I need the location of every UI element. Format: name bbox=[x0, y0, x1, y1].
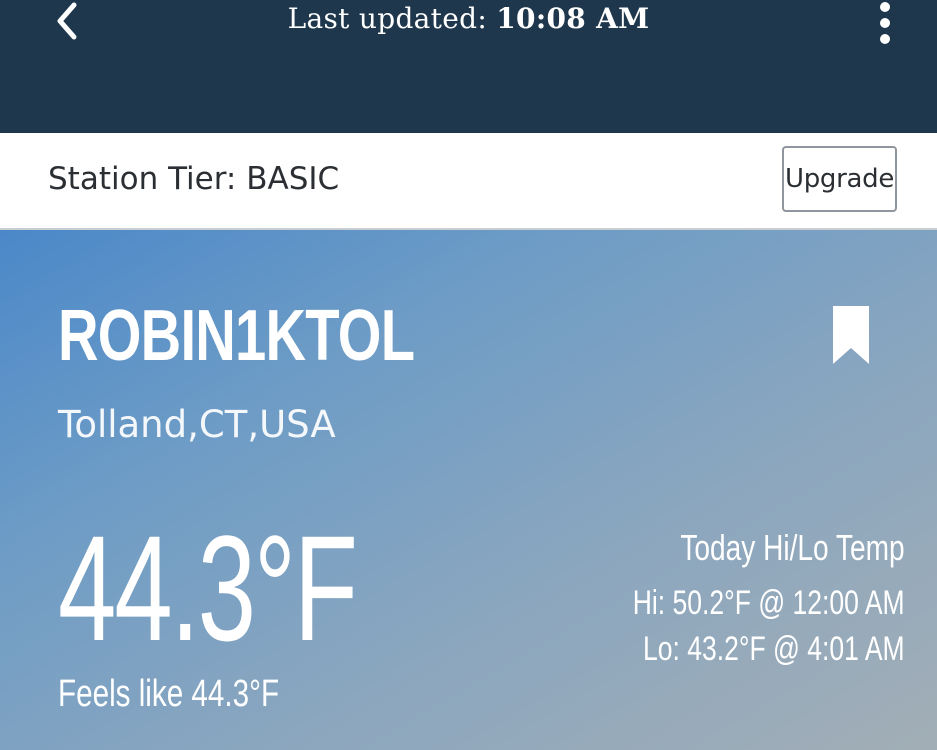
vertical-dots-icon bbox=[880, 2, 890, 12]
lo-temp: Lo: 43.2°F @ 4:01 AM bbox=[643, 630, 905, 668]
current-temperature: 44.3°F bbox=[58, 504, 358, 672]
station-tier-bar: Station Tier: BASIC Upgrade bbox=[0, 133, 937, 230]
bookmark-icon[interactable] bbox=[833, 306, 869, 364]
feels-like: Feels like 44.3°F bbox=[58, 673, 280, 715]
hi-temp: Hi: 50.2°F @ 12:00 AM bbox=[633, 584, 905, 622]
upgrade-button[interactable]: Upgrade bbox=[782, 146, 897, 212]
last-updated-label: Last updated: bbox=[287, 2, 488, 35]
current-conditions-panel: ROBIN1KTOL Tolland,CT,USA 44.3°F Feels l… bbox=[0, 230, 937, 750]
more-options-button[interactable] bbox=[866, 0, 904, 48]
station-tier-label: Station Tier: BASIC bbox=[48, 161, 340, 197]
hilo-title: Today Hi/Lo Temp bbox=[680, 527, 905, 568]
station-location: Tolland,CT,USA bbox=[58, 403, 336, 446]
today-hilo: Today Hi/Lo Temp Hi: 50.2°F @ 12:00 AM L… bbox=[556, 528, 905, 672]
last-updated-time: 10:08 AM bbox=[496, 2, 650, 35]
top-app-bar: Last updated: 10:08 AM bbox=[0, 0, 937, 133]
last-updated: Last updated: 10:08 AM bbox=[0, 2, 937, 35]
station-id: ROBIN1KTOL bbox=[58, 296, 415, 376]
